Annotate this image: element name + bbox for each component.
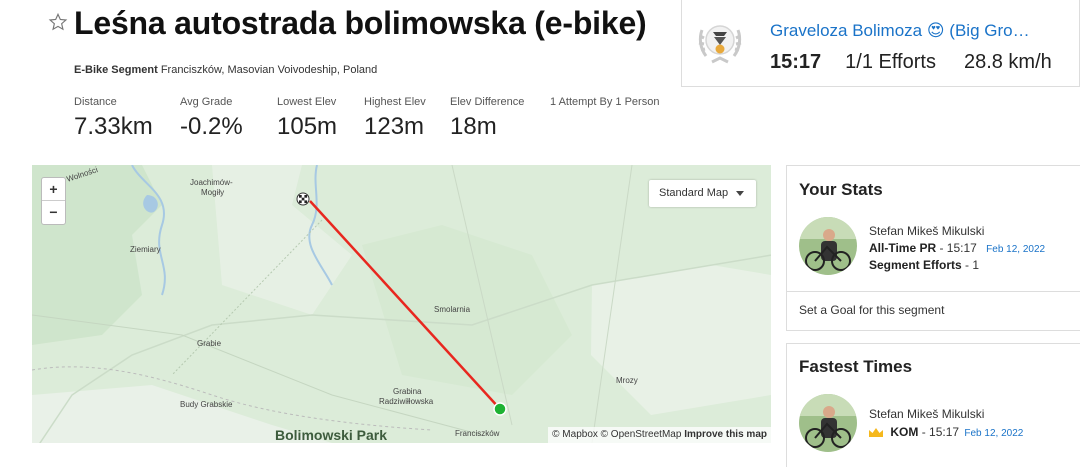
improve-map-link[interactable]: Improve this map bbox=[684, 429, 767, 440]
stat-value: -0.2% bbox=[180, 113, 243, 140]
map-place-label: Smolarnia bbox=[434, 305, 471, 314]
start-marker-icon bbox=[493, 402, 507, 416]
map-attribution: © Mapbox © OpenStreetMap Improve this ma… bbox=[548, 427, 771, 443]
kom-medal-icon bbox=[698, 25, 742, 64]
segment-type: E-Bike Segment bbox=[74, 64, 158, 76]
map-place-label: Budy Grabskie bbox=[180, 400, 233, 409]
fastest-times-heading: Fastest Times bbox=[799, 357, 913, 376]
athlete-photo bbox=[799, 217, 857, 275]
your-stats-panel: Your Stats Stefan Mikeš Mikulski All-Tim… bbox=[786, 165, 1080, 331]
athlete-name-link[interactable]: Stefan Mikeš Mikulski bbox=[869, 407, 984, 421]
zoom-out-button[interactable]: − bbox=[42, 201, 65, 224]
map-place-label: Franciszków bbox=[455, 429, 500, 438]
map-place-label: Mrozy bbox=[616, 376, 638, 385]
leader-stats: 15:17 1/1 Efforts 28.8 km/h bbox=[770, 51, 1052, 74]
leader-speed: 28.8 km/h bbox=[963, 51, 1052, 73]
all-time-pr: All-Time PR - 15:17 Feb 12, 2022 bbox=[869, 241, 1045, 255]
map-place-label: Radziwiłłowska bbox=[379, 397, 434, 406]
star-icon[interactable] bbox=[48, 12, 68, 32]
stat-value: 105m bbox=[277, 113, 338, 140]
segment-title: Leśna autostrada bolimowska (e-bike) bbox=[74, 5, 647, 41]
finish-flag-icon bbox=[296, 192, 310, 206]
stat-value: 18m bbox=[450, 113, 497, 140]
map-place-label: Ziemiary bbox=[130, 245, 161, 254]
leader-efforts: 1/1 Efforts bbox=[845, 51, 936, 73]
leader-summary: Graveloza Bolimoza 😍 (Big Gro… 15:17 1/1… bbox=[681, 0, 1080, 87]
athlete-name-link[interactable]: Stefan Mikeš Mikulski bbox=[869, 224, 984, 238]
leader-athlete-link[interactable]: Graveloza Bolimoza 😍 (Big Gro… bbox=[770, 21, 1070, 41]
fastest-times-panel: Fastest Times Stefan Mikeš Mikulski KOM … bbox=[786, 343, 1080, 467]
avatar[interactable] bbox=[799, 394, 857, 452]
caret-down-icon bbox=[736, 191, 744, 196]
kom-value: - 15:17 bbox=[921, 425, 960, 439]
map-place-label: Grabina bbox=[393, 387, 422, 396]
segment-map[interactable]: + − Standard Map Wolności Joachimów- Mog… bbox=[32, 165, 771, 443]
map-style-label: Standard Map bbox=[659, 187, 729, 199]
stat-label: Highest Elev bbox=[364, 96, 426, 108]
stat-attempts: 1 Attempt By 1 Person bbox=[550, 96, 659, 141]
attribution-text[interactable]: © Mapbox © OpenStreetMap bbox=[552, 429, 681, 440]
stat-highest-elev: Highest Elev 123m bbox=[364, 96, 450, 141]
map-place-label: Mogiły bbox=[201, 188, 225, 197]
zoom-in-button[interactable]: + bbox=[42, 178, 65, 201]
set-goal-link[interactable]: Set a Goal for this segment bbox=[799, 303, 944, 317]
stat-label: 1 Attempt By 1 Person bbox=[550, 96, 660, 108]
efforts-value: - 1 bbox=[965, 258, 980, 272]
divider bbox=[787, 291, 1080, 292]
crown-icon bbox=[869, 428, 883, 437]
pr-label: All-Time PR bbox=[869, 241, 937, 255]
stat-distance: Distance 7.33km bbox=[74, 96, 180, 141]
zoom-control: + − bbox=[41, 177, 66, 225]
stat-label: Elev Difference bbox=[450, 96, 525, 108]
pr-value: - 15:17 bbox=[939, 241, 977, 255]
map-place-label: Joachimów- bbox=[190, 178, 233, 187]
stat-value: 7.33km bbox=[74, 113, 153, 140]
pr-date-link[interactable]: Feb 12, 2022 bbox=[986, 244, 1045, 255]
kom-label: KOM bbox=[890, 425, 919, 439]
stat-avg-grade: Avg Grade -0.2% bbox=[180, 96, 277, 141]
your-stats-heading: Your Stats bbox=[799, 180, 883, 199]
kom-date-link[interactable]: Feb 12, 2022 bbox=[964, 428, 1023, 439]
stat-label: Distance bbox=[74, 96, 117, 108]
map-place-label: Grabie bbox=[197, 339, 222, 348]
stat-lowest-elev: Lowest Elev 105m bbox=[277, 96, 364, 141]
map-park-label: Bolimowski Park bbox=[275, 427, 388, 443]
map-style-dropdown[interactable]: Standard Map bbox=[649, 180, 756, 207]
kom-record: KOM - 15:17 Feb 12, 2022 bbox=[869, 425, 1023, 439]
segment-location: Franciszków, Masovian Voivodeship, Polan… bbox=[160, 64, 378, 76]
segment-efforts: Segment Efforts - 1 bbox=[869, 258, 979, 272]
stat-elev-difference: Elev Difference 18m bbox=[450, 96, 550, 141]
stat-label: Avg Grade bbox=[180, 96, 233, 108]
efforts-label: Segment Efforts bbox=[869, 258, 962, 272]
stat-label: Lowest Elev bbox=[277, 96, 337, 108]
avatar[interactable] bbox=[799, 217, 857, 275]
stat-value: 123m bbox=[364, 113, 425, 140]
segment-stats: Distance 7.33km Avg Grade -0.2% Lowest E… bbox=[74, 96, 659, 141]
leader-time: 15:17 bbox=[770, 51, 822, 73]
segment-subtitle: E-Bike Segment Franciszków, Masovian Voi… bbox=[74, 64, 377, 76]
athlete-photo bbox=[799, 394, 857, 452]
